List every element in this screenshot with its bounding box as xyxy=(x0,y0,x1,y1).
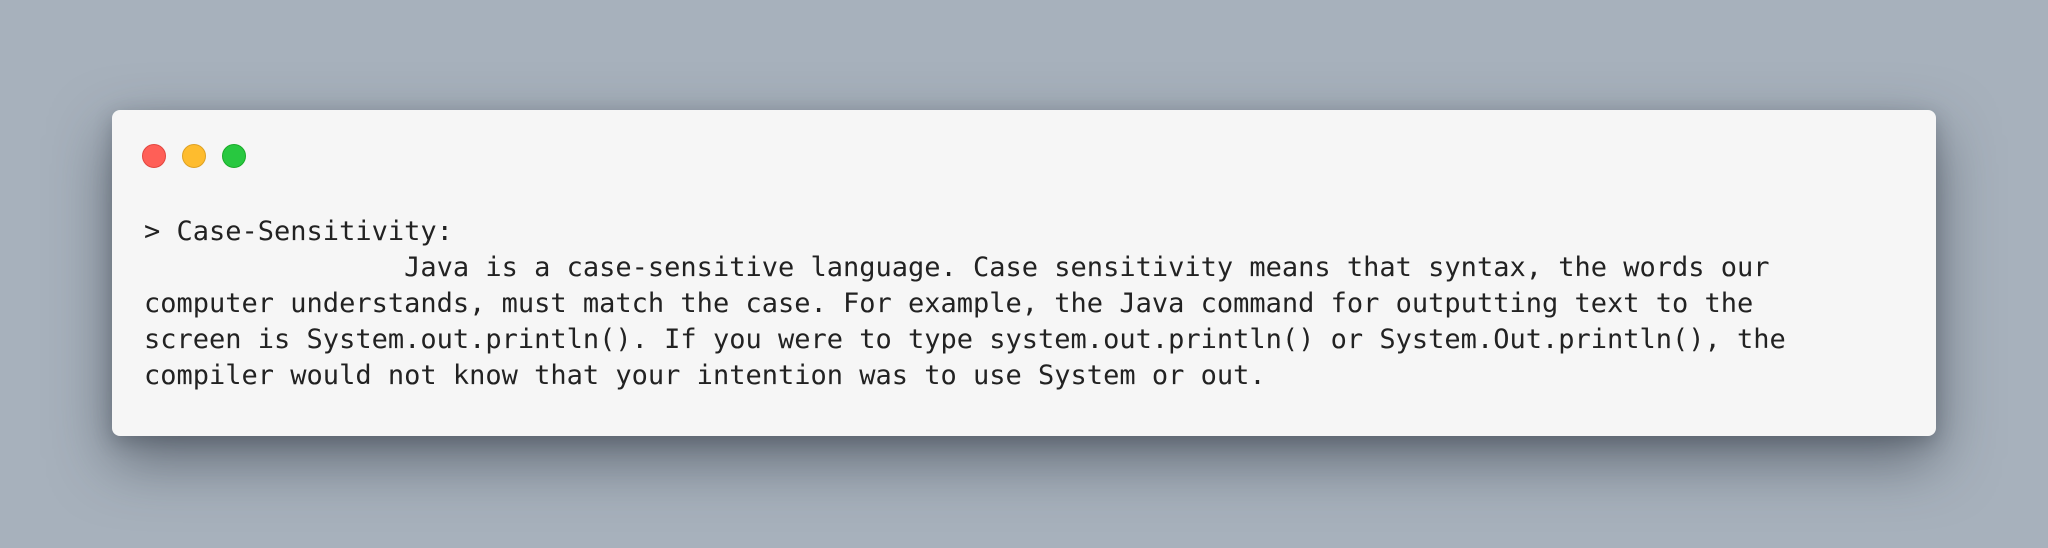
zoom-button[interactable] xyxy=(222,144,246,168)
terminal-line-heading: > Case-Sensitivity: xyxy=(144,216,453,247)
terminal-line: screen is System.out.println(). If you w… xyxy=(144,324,1786,355)
terminal-line: computer understands, must match the cas… xyxy=(144,288,1754,319)
close-button[interactable] xyxy=(142,144,166,168)
terminal-window: > Case-Sensitivity: Java is a case-sensi… xyxy=(112,110,1936,436)
terminal-output: > Case-Sensitivity: Java is a case-sensi… xyxy=(144,214,1914,394)
window-controls xyxy=(142,144,246,168)
minimize-button[interactable] xyxy=(182,144,206,168)
terminal-line: compiler would not know that your intent… xyxy=(144,360,1266,391)
terminal-line: Java is a case-sensitive language. Case … xyxy=(144,252,1770,283)
